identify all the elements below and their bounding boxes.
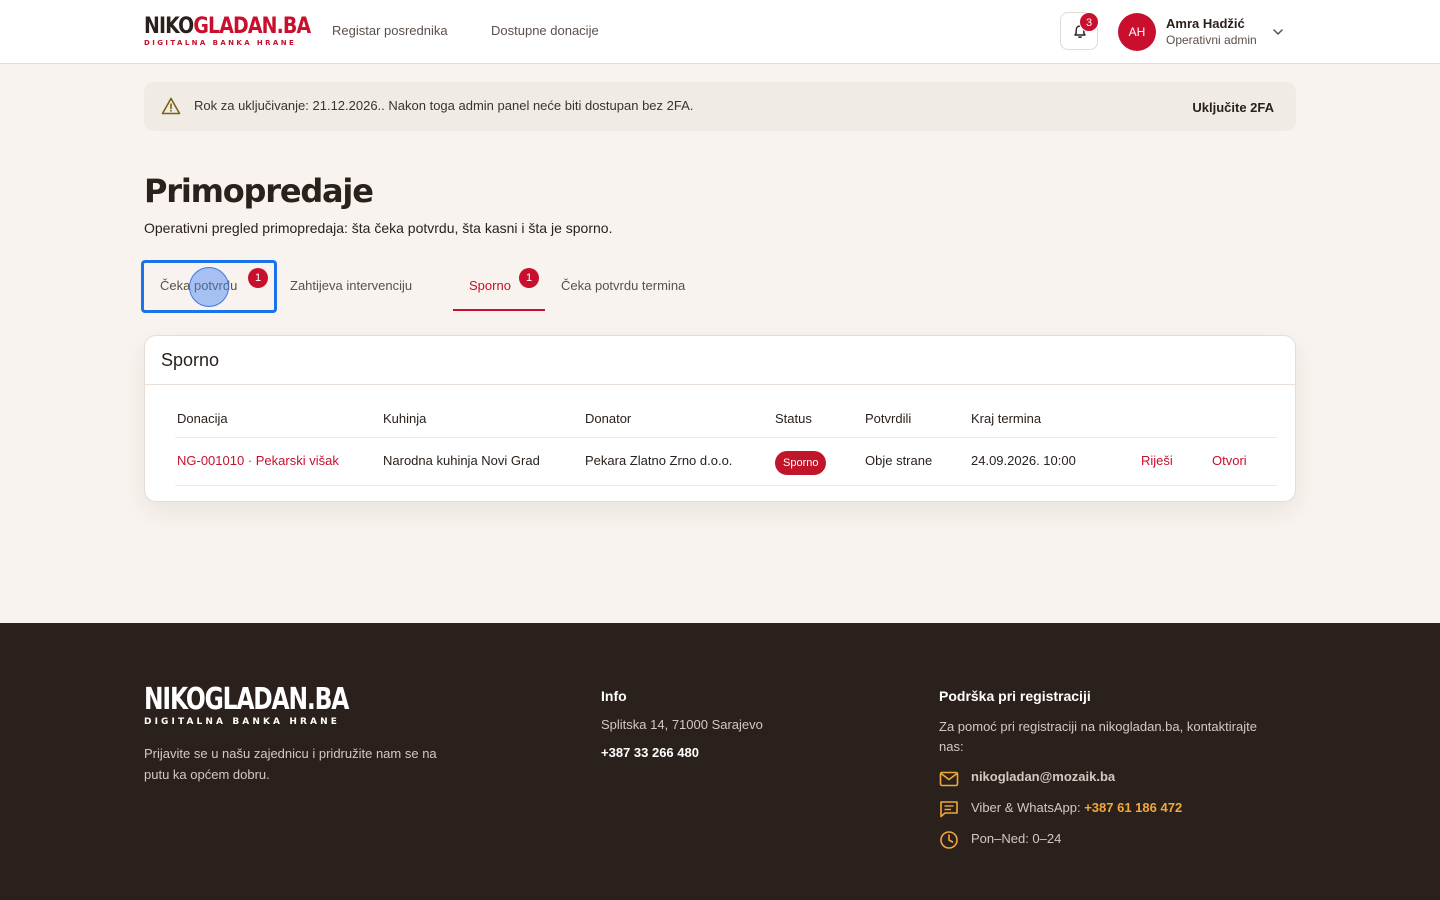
card-divider	[145, 384, 1295, 385]
click-indicator	[189, 267, 229, 307]
open-button[interactable]: Otvori	[1212, 453, 1247, 468]
cell-kuhinja: Narodna kuhinja Novi Grad	[383, 453, 540, 468]
resolve-button[interactable]: Riješi	[1141, 453, 1173, 468]
card-title: Sporno	[161, 350, 220, 370]
support-hours: Pon–Ned: 0–24	[971, 831, 1062, 846]
nav-dostupne-donacije[interactable]: Dostupne donacije	[491, 23, 599, 38]
tab-ceka-potvrdu-termina[interactable]: Čeka potvrdu termina	[561, 278, 685, 293]
logo-wordmark: NIKOGLADAN.BA	[144, 14, 311, 39]
footer-logo-wordmark: NIKOGLADAN.BA	[144, 682, 349, 717]
warning-icon	[161, 97, 181, 115]
row-divider	[175, 485, 1277, 486]
footer-support-title: Podrška pri registraciji	[939, 688, 1091, 704]
footer-support-text: Za pomoć pri registraciji na nikogladan.…	[939, 719, 1257, 754]
active-tab-indicator	[453, 309, 545, 311]
tab-ceka-potvrdu-badge: 1	[248, 268, 268, 288]
mail-icon	[939, 771, 959, 787]
column-header-status: Status	[775, 411, 812, 426]
viber-label: Viber & WhatsApp:	[971, 800, 1085, 815]
footer-tagline: Prijavite se u našu zajednicu i pridruži…	[144, 746, 437, 782]
status-badge: Sporno	[775, 451, 827, 475]
alert-message: Rok za uključivanje: 21.12.2026.. Nakon …	[194, 98, 694, 113]
column-header-donacija: Donacija	[177, 411, 228, 426]
enable-2fa-button[interactable]: Uključite 2FA	[1192, 100, 1274, 115]
tab-sporno-badge: 1	[519, 268, 539, 288]
top-header: NIKOGLADAN.BA DIGITALNA BANKA HRANE Regi…	[0, 0, 1440, 64]
twofa-alert: Rok za uključivanje: 21.12.2026.. Nakon …	[144, 82, 1296, 131]
footer-address: Splitska 14, 71000 Sarajevo	[601, 717, 763, 732]
clock-icon	[940, 831, 958, 849]
tab-zahtijeva-intervenciju[interactable]: Zahtijeva intervenciju	[290, 278, 412, 293]
page-title: Primopredaje	[144, 172, 374, 210]
viber-number-link[interactable]: +387 61 186 472	[1084, 800, 1182, 815]
header-row-divider	[175, 437, 1277, 438]
cell-potvrdili: Obje strane	[865, 453, 933, 468]
cell-donator: Pekara Zlatno Zrno d.o.o.	[585, 453, 733, 468]
chat-icon	[940, 801, 958, 818]
footer-info-title: Info	[601, 688, 627, 704]
cell-kraj-termina: 24.09.2026. 10:00	[971, 453, 1076, 468]
nav-registar-posrednika[interactable]: Registar posrednika	[332, 23, 448, 38]
column-header-kraj-termina: Kraj termina	[971, 411, 1042, 426]
tab-sporno[interactable]: Sporno	[469, 278, 511, 293]
support-viber: Viber & WhatsApp: +387 61 186 472	[971, 800, 1182, 815]
support-email-link[interactable]: nikogladan@mozaik.ba	[971, 769, 1115, 784]
column-header-kuhinja: Kuhinja	[383, 411, 427, 426]
footer-logo[interactable]: NIKOGLADAN.BA DIGITALNA BANKA HRANE	[144, 682, 406, 728]
user-name[interactable]: Amra Hadžić	[1166, 16, 1245, 31]
donation-link[interactable]: NG-001010 · Pekarski višak	[177, 453, 339, 468]
column-header-donator: Donator	[585, 411, 632, 426]
notification-count-badge: 3	[1079, 12, 1099, 32]
sporno-card: Sporno Donacija Kuhinja Donator Status P…	[144, 335, 1296, 502]
chevron-down-icon[interactable]	[1272, 26, 1284, 38]
logo[interactable]: NIKOGLADAN.BA DIGITALNA BANKA HRANE	[144, 14, 311, 48]
logo-tagline: DIGITALNA BANKA HRANE	[144, 39, 297, 47]
page-subtitle: Operativni pregled primopredaja: šta ček…	[144, 220, 613, 236]
avatar[interactable]: AH	[1118, 13, 1156, 51]
column-header-potvrdili: Potvrdili	[865, 411, 912, 426]
footer: NIKOGLADAN.BA DIGITALNA BANKA HRANE Prij…	[0, 623, 1440, 900]
footer-logo-tagline: DIGITALNA BANKA HRANE	[144, 717, 340, 727]
footer-phone[interactable]: +387 33 266 480	[601, 745, 699, 760]
user-role: Operativni admin	[1166, 33, 1257, 47]
